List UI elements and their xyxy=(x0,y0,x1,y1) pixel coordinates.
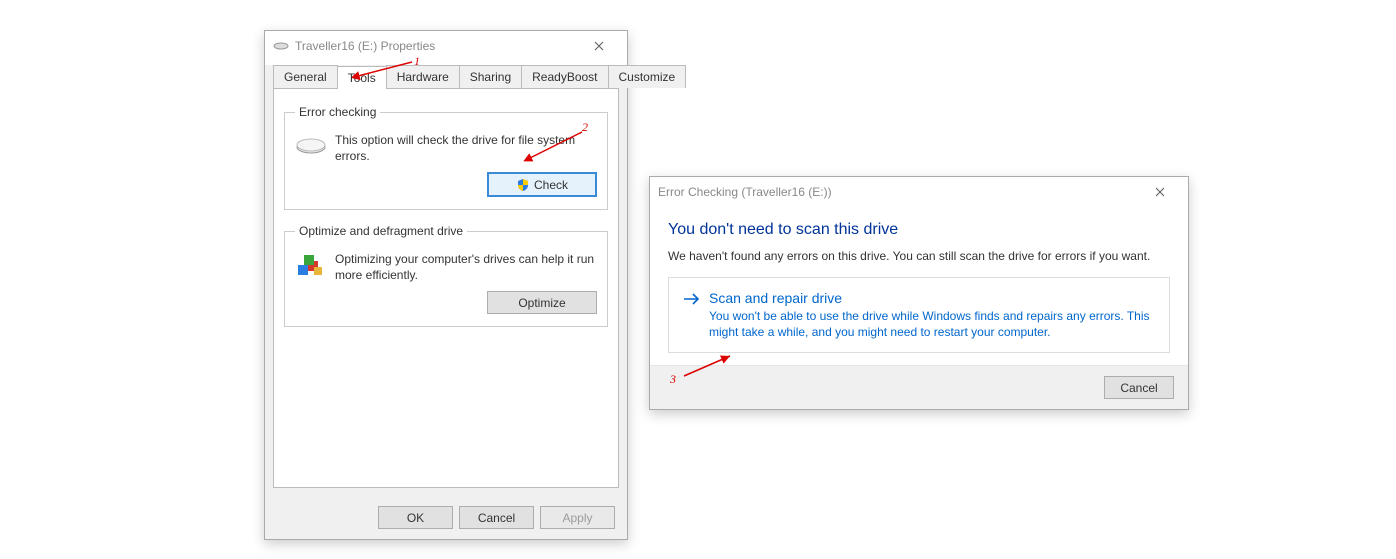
properties-bottom-bar: OK Cancel Apply xyxy=(265,496,627,539)
annotation-label-2: 2 xyxy=(582,120,588,135)
optimize-legend: Optimize and defragment drive xyxy=(295,224,467,238)
apply-button[interactable]: Apply xyxy=(540,506,615,529)
tab-tools[interactable]: Tools xyxy=(337,66,387,89)
ec-body: You don't need to scan this drive We hav… xyxy=(650,207,1188,365)
tab-hardware[interactable]: Hardware xyxy=(386,65,460,88)
properties-titlebar: Traveller16 (E:) Properties xyxy=(265,31,627,61)
optimize-group: Optimize and defragment drive Optimizing… xyxy=(284,224,608,327)
cancel-button[interactable]: Cancel xyxy=(459,506,534,529)
optimize-text: Optimizing your computer's drives can he… xyxy=(335,250,597,283)
check-button-label: Check xyxy=(534,178,568,192)
cancel-label: Cancel xyxy=(478,511,515,525)
error-checking-legend: Error checking xyxy=(295,105,380,119)
ec-text: We haven't found any errors on this driv… xyxy=(668,249,1170,263)
error-checking-dialog: Error Checking (Traveller16 (E:)) You do… xyxy=(649,176,1189,410)
apply-label: Apply xyxy=(562,511,592,525)
error-checking-text: This option will check the drive for fil… xyxy=(335,131,597,164)
tab-content: Error checking This option will check th… xyxy=(273,88,619,488)
annotation-label-3: 3 xyxy=(670,372,676,387)
optimize-button-label: Optimize xyxy=(518,296,565,310)
annotation-label-1: 1 xyxy=(414,54,420,69)
ok-button[interactable]: OK xyxy=(378,506,453,529)
error-checking-group: Error checking This option will check th… xyxy=(284,105,608,210)
ec-titlebar: Error Checking (Traveller16 (E:)) xyxy=(650,177,1188,207)
tab-readyboost[interactable]: ReadyBoost xyxy=(521,65,608,88)
check-button[interactable]: Check xyxy=(487,172,597,197)
close-icon[interactable] xyxy=(1140,178,1180,206)
drive-icon xyxy=(273,38,289,54)
properties-title: Traveller16 (E:) Properties xyxy=(295,39,579,53)
drive-large-icon xyxy=(295,131,327,163)
ec-cancel-button[interactable]: Cancel xyxy=(1104,376,1174,399)
tab-general[interactable]: General xyxy=(273,65,338,88)
tabs: General Tools Hardware Sharing ReadyBoos… xyxy=(273,65,619,88)
ec-cancel-label: Cancel xyxy=(1120,381,1157,395)
ec-bottom-bar: Cancel xyxy=(650,365,1188,409)
scan-repair-desc: You won't be able to use the drive while… xyxy=(709,309,1155,340)
scan-repair-label: Scan and repair drive xyxy=(709,290,1155,306)
shield-icon xyxy=(516,178,530,192)
ec-title: Error Checking (Traveller16 (E:)) xyxy=(658,185,1140,199)
properties-body: General Tools Hardware Sharing ReadyBoos… xyxy=(265,65,627,496)
optimize-button[interactable]: Optimize xyxy=(487,291,597,314)
properties-window: Traveller16 (E:) Properties General Tool… xyxy=(264,30,628,540)
tab-customize[interactable]: Customize xyxy=(608,65,687,88)
arrow-right-icon xyxy=(683,290,709,310)
close-icon[interactable] xyxy=(579,32,619,60)
defrag-icon xyxy=(295,250,327,282)
tab-sharing[interactable]: Sharing xyxy=(459,65,522,88)
scan-repair-option[interactable]: Scan and repair drive You won't be able … xyxy=(668,277,1170,353)
ok-label: OK xyxy=(407,511,424,525)
ec-heading: You don't need to scan this drive xyxy=(668,221,1170,239)
